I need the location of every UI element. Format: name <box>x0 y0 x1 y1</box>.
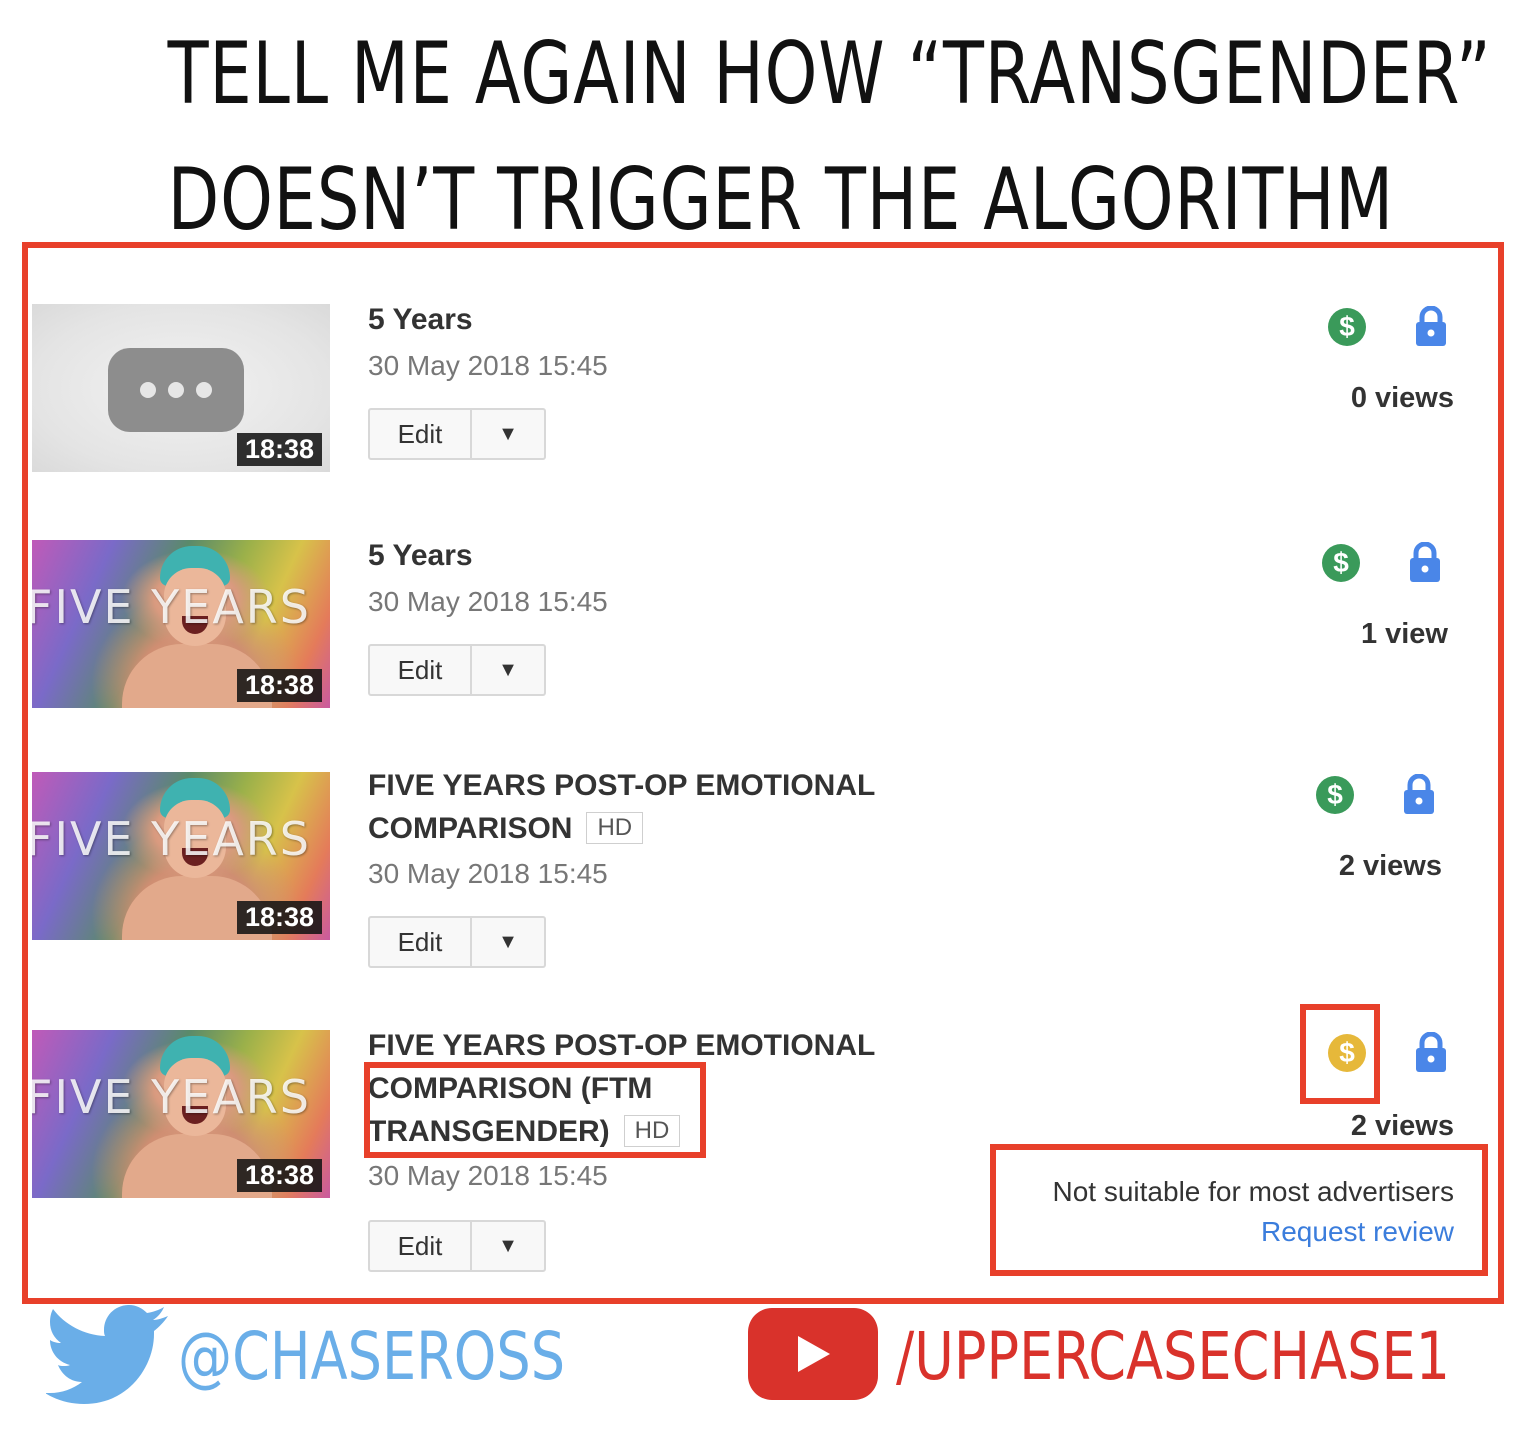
edit-button[interactable]: Edit <box>370 1222 472 1270</box>
lock-icon[interactable] <box>1414 306 1448 346</box>
lock-icon[interactable] <box>1402 774 1436 814</box>
video-row: FIVE YEARS 18:38 5 Years 30 May 2018 15:… <box>0 539 1524 780</box>
video-title-line: COMPARISON <box>368 812 573 845</box>
lock-icon[interactable] <box>1414 1032 1448 1072</box>
video-thumbnail[interactable]: 18:38 <box>32 304 330 472</box>
dollar-green-icon[interactable]: $ <box>1316 776 1354 814</box>
processing-placeholder-icon <box>108 348 244 432</box>
edit-button[interactable]: Edit <box>370 410 472 458</box>
twitter-handle: @CHASEROSS <box>178 1318 566 1395</box>
thumbnail-overlay-text: FIVE YEARS <box>32 580 311 634</box>
video-date: 30 May 2018 15:45 <box>368 586 608 617</box>
duration-badge: 18:38 <box>236 901 322 934</box>
duration-badge: 18:38 <box>236 669 322 702</box>
video-row: 18:38 5 Years 30 May 2018 15:45 Edit ▼ $… <box>0 303 1524 544</box>
duration-badge: 18:38 <box>236 1159 322 1192</box>
video-date: 30 May 2018 15:45 <box>368 350 608 381</box>
dollar-green-icon[interactable]: $ <box>1322 544 1360 582</box>
headline-line-1: TELL ME AGAIN HOW “TRANSGENDER” <box>167 24 1492 124</box>
duration-badge: 18:38 <box>236 433 322 466</box>
edit-button[interactable]: Edit <box>370 918 472 966</box>
youtube-logo-icon <box>748 1308 878 1400</box>
edit-button[interactable]: Edit <box>370 646 472 694</box>
hd-badge: HD <box>586 812 644 844</box>
edit-button-group: Edit ▼ <box>368 1220 546 1272</box>
video-thumbnail[interactable]: FIVE YEARS 18:38 <box>32 540 330 708</box>
video-title-line: FIVE YEARS POST-OP EMOTIONAL <box>368 769 876 802</box>
headline-line-2: DOESN’T TRIGGER THE ALGORITHM <box>167 150 1394 250</box>
thumbnail-overlay-text: FIVE YEARS <box>32 1070 311 1124</box>
transgender-title-highlight <box>364 1062 706 1158</box>
view-count: 2 views <box>1350 1110 1454 1142</box>
ad-status-text: Not suitable for most advertisers <box>1052 1176 1455 1207</box>
edit-button-group: Edit ▼ <box>368 408 546 460</box>
video-title[interactable]: 5 Years <box>368 298 473 341</box>
dollar-green-icon[interactable]: $ <box>1328 308 1366 346</box>
edit-dropdown-arrow-icon[interactable]: ▼ <box>472 410 544 458</box>
thumbnail-overlay-text: FIVE YEARS <box>32 812 311 866</box>
view-count: 0 views <box>1350 382 1454 414</box>
edit-button-group: Edit ▼ <box>368 644 546 696</box>
edit-button-group: Edit ▼ <box>368 916 546 968</box>
edit-dropdown-arrow-icon[interactable]: ▼ <box>472 1222 544 1270</box>
video-date: 30 May 2018 15:45 <box>368 1160 608 1191</box>
video-thumbnail[interactable]: FIVE YEARS 18:38 <box>32 772 330 940</box>
view-count: 1 view <box>1360 618 1448 650</box>
yellow-dollar-highlight <box>1300 1004 1380 1104</box>
video-row: FIVE YEARS 18:38 FIVE YEARS POST-OP EMOT… <box>0 769 1524 1012</box>
ad-suitability-notice: Not suitable for most advertisers Reques… <box>1053 1172 1455 1252</box>
edit-dropdown-arrow-icon[interactable]: ▼ <box>472 646 544 694</box>
youtube-channel: /UPPERCASECHASE1 <box>896 1318 1451 1395</box>
video-thumbnail[interactable]: FIVE YEARS 18:38 <box>32 1030 330 1198</box>
video-date: 30 May 2018 15:45 <box>368 858 608 889</box>
lock-icon[interactable] <box>1408 542 1442 582</box>
view-count: 2 views <box>1338 850 1442 882</box>
edit-dropdown-arrow-icon[interactable]: ▼ <box>472 918 544 966</box>
video-title-line: FIVE YEARS POST-OP EMOTIONAL <box>368 1029 876 1062</box>
video-title[interactable]: FIVE YEARS POST-OP EMOTIONAL COMPARISON H… <box>368 764 928 850</box>
twitter-bird-icon <box>46 1305 168 1404</box>
video-title[interactable]: 5 Years <box>368 534 473 577</box>
request-review-link[interactable]: Request review <box>1053 1212 1454 1252</box>
